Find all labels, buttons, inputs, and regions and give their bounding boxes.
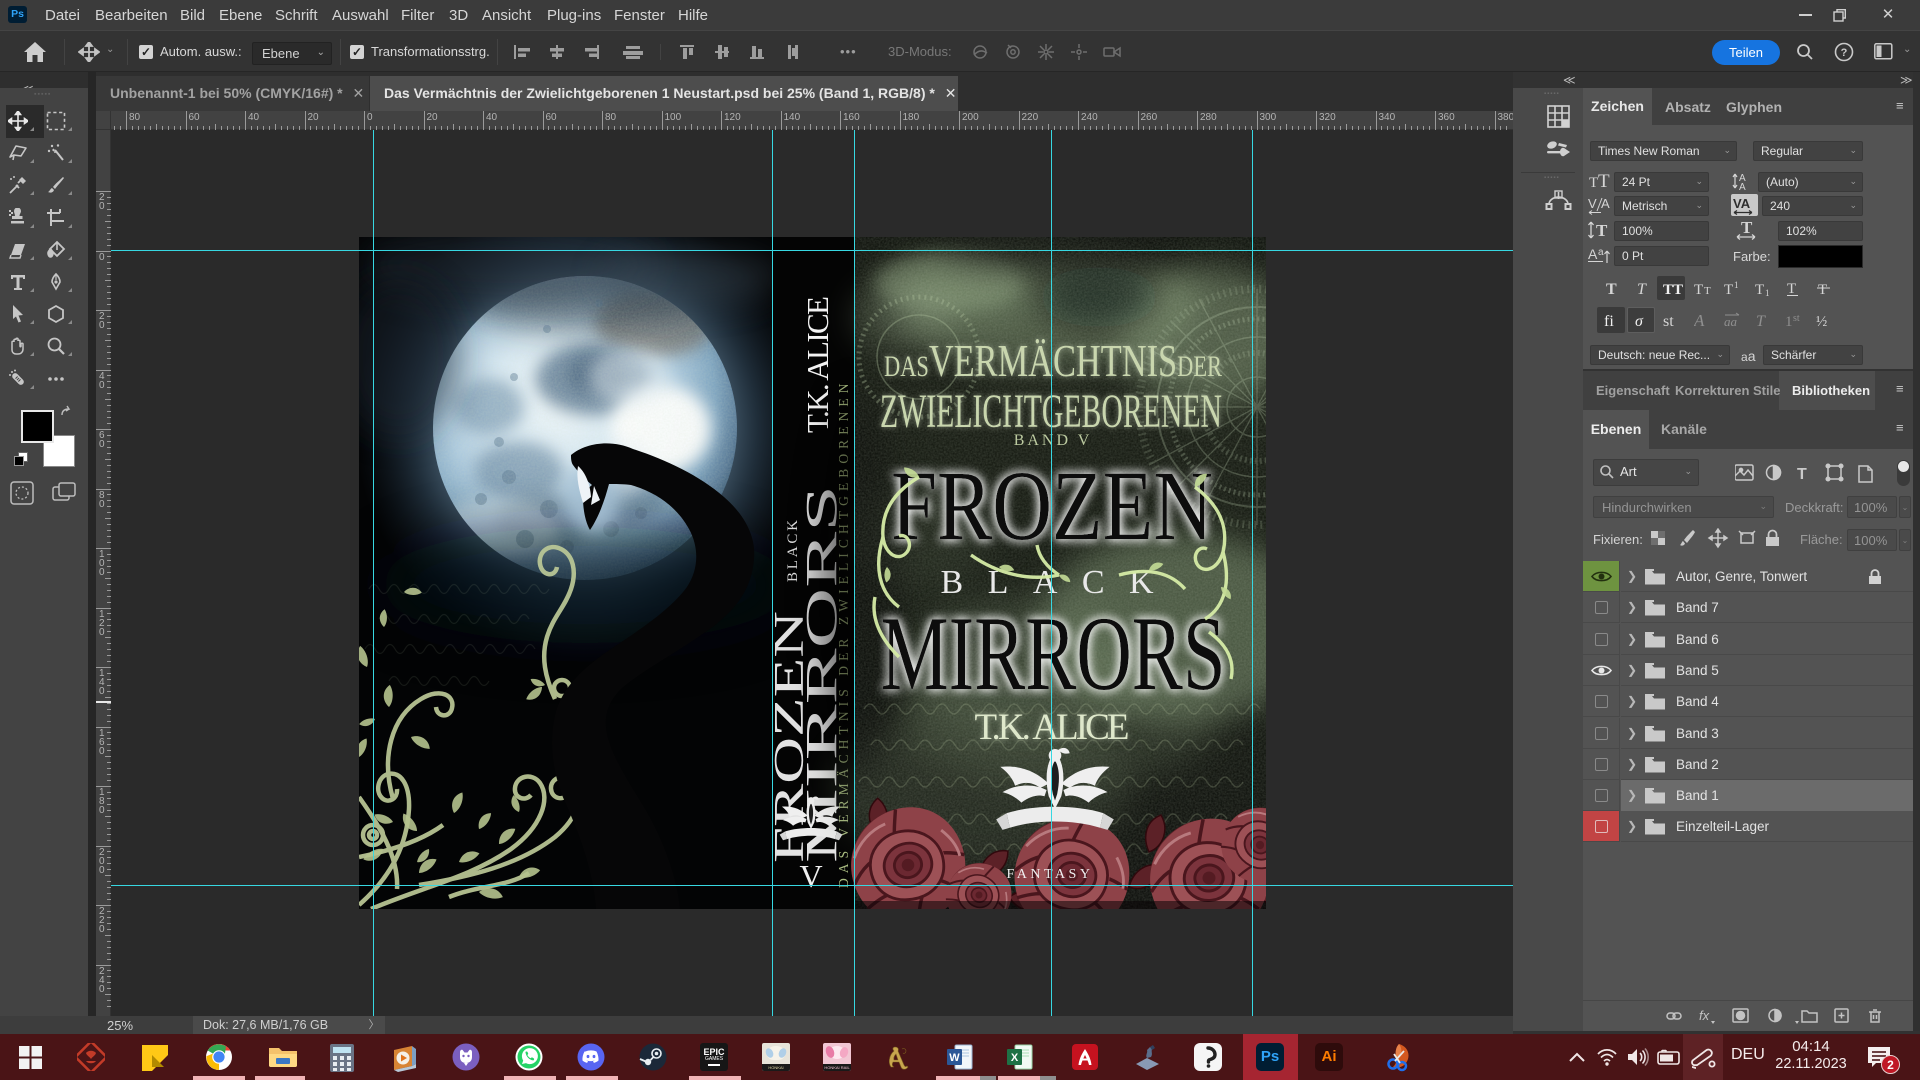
svg-text:T.K. ALICE: T.K. ALICE: [800, 295, 835, 433]
svg-text:σ: σ: [1635, 313, 1644, 330]
svg-text:V: V: [1588, 196, 1597, 211]
svg-text:X: X: [1011, 1052, 1019, 1064]
svg-text:fi: fi: [1604, 313, 1614, 330]
svg-text:W: W: [949, 1052, 960, 1064]
svg-text:aa: aa: [1724, 314, 1738, 329]
svg-text:FANTASY: FANTASY: [1007, 867, 1094, 882]
svg-text:st: st: [1793, 313, 1800, 324]
svg-text:T: T: [1606, 281, 1617, 298]
svg-text:BAND V: BAND V: [1014, 432, 1093, 449]
svg-text:1: 1: [1785, 314, 1793, 330]
svg-text:T: T: [1637, 281, 1647, 298]
svg-text:TT: TT: [1663, 282, 1683, 298]
svg-text:T: T: [1741, 220, 1753, 237]
svg-text:T: T: [1694, 282, 1703, 298]
svg-text:BLACK: BLACK: [785, 518, 801, 582]
svg-text:T: T: [1818, 282, 1827, 298]
svg-text:fx: fx: [1699, 1008, 1710, 1023]
svg-text:1: 1: [1765, 288, 1770, 298]
svg-text:T: T: [1589, 175, 1598, 191]
svg-text:1: 1: [1734, 280, 1739, 290]
svg-text:T: T: [1755, 282, 1764, 298]
svg-text:MIRRORS: MIRRORS: [881, 595, 1226, 712]
svg-text:A: A: [1588, 246, 1598, 262]
svg-text:T: T: [1797, 466, 1807, 483]
svg-text:T: T: [1787, 281, 1796, 297]
svg-text:FROZEN: FROZEN: [891, 450, 1213, 561]
svg-text:DASVERMÄCHTNISDER: DASVERMÄCHTNISDER: [884, 335, 1222, 386]
svg-text:T: T: [1724, 282, 1733, 298]
svg-text:A: A: [1739, 182, 1746, 191]
svg-text:V: V: [799, 858, 822, 894]
svg-text:st: st: [1663, 313, 1674, 330]
svg-text:a: a: [1598, 247, 1604, 258]
svg-text:T: T: [1598, 171, 1610, 191]
svg-text:T: T: [1704, 285, 1711, 297]
svg-text:T: T: [1596, 221, 1608, 240]
svg-text:?: ?: [1841, 47, 1848, 59]
svg-text:A: A: [1694, 311, 1705, 330]
svg-text:A: A: [1601, 196, 1610, 211]
svg-text:T: T: [1756, 313, 1766, 330]
svg-text:VA: VA: [1733, 196, 1751, 211]
svg-text:T.K. ALICE: T.K. ALICE: [975, 707, 1132, 748]
svg-text:½: ½: [1816, 314, 1827, 330]
